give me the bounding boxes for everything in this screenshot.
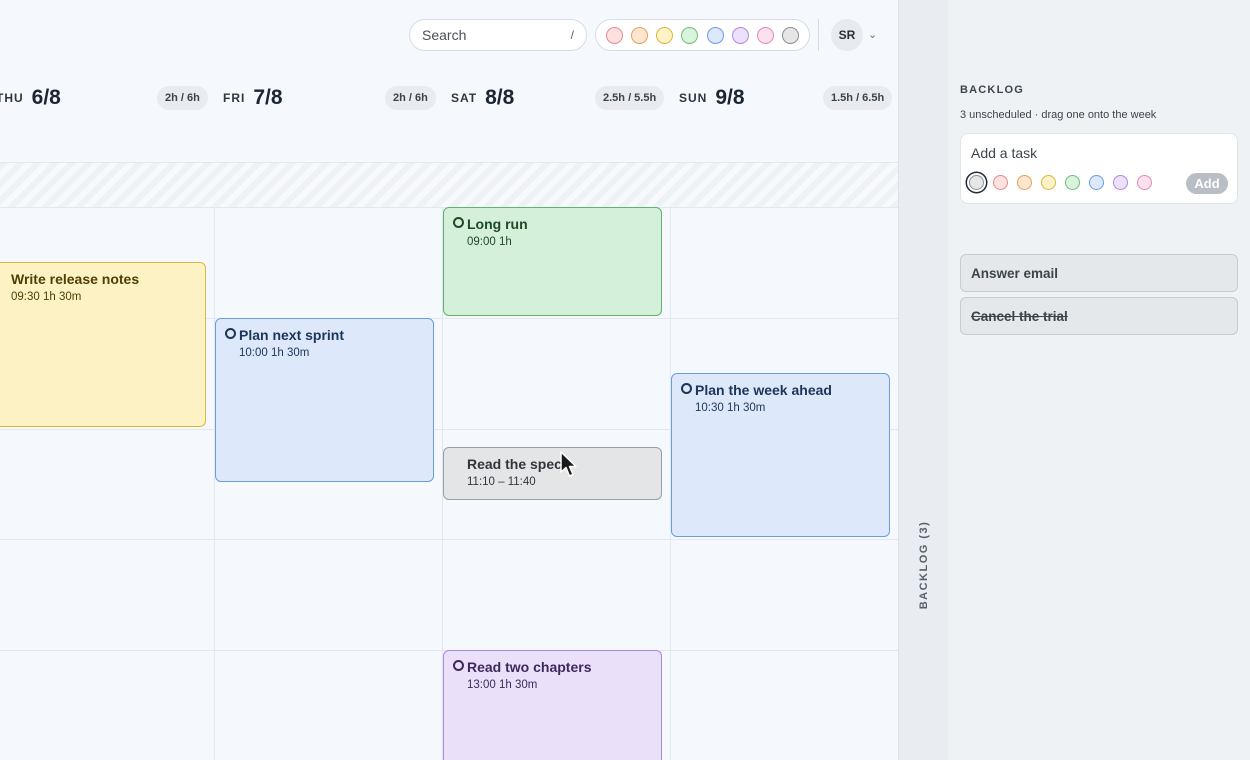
color-option-orange[interactable]	[1017, 175, 1032, 190]
event-write-release-notes[interactable]: Write release notes 09:30 1h 30m	[0, 262, 206, 427]
color-option-blue[interactable]	[1089, 175, 1104, 190]
event-read-two-chapters[interactable]: Read two chapters 13:00 1h 30m	[443, 650, 662, 760]
color-option-pink[interactable]	[1137, 175, 1152, 190]
search-shortcut-hint: /	[570, 28, 574, 42]
day-of-week: SUN	[679, 91, 708, 105]
color-filter-bar	[595, 19, 810, 51]
all-day-strip[interactable]	[0, 162, 898, 208]
color-filter-pink[interactable]	[756, 26, 774, 44]
day-header-sun: SUN 9/8	[679, 84, 745, 112]
backlog-item[interactable]: Cancel the trial	[960, 297, 1238, 335]
add-task-input[interactable]	[971, 145, 1171, 161]
event-time: 10:00 1h 30m	[239, 347, 310, 359]
complete-toggle-icon[interactable]	[681, 383, 692, 394]
day-of-week: SAT	[451, 91, 478, 105]
day-header-fri: FRI 7/8	[223, 84, 283, 112]
complete-toggle-icon[interactable]	[453, 217, 464, 228]
event-title: Plan the week ahead	[695, 382, 832, 398]
chevron-down-icon[interactable]: ⌄	[868, 28, 877, 41]
color-option-gray[interactable]	[969, 175, 984, 190]
color-filter-red[interactable]	[606, 26, 623, 44]
event-time: 11:10 – 11:40	[467, 476, 536, 488]
event-time: 13:00 1h 30m	[467, 679, 538, 691]
color-filter-yellow[interactable]	[656, 26, 674, 44]
color-filter-gray[interactable]	[781, 26, 799, 44]
event-time: 09:30 1h 30m	[11, 291, 82, 303]
day-header-sat: SAT 8/8	[451, 84, 514, 112]
grid-hour-line	[0, 539, 898, 540]
event-title: Read two chapters	[467, 659, 592, 675]
add-task-card: Add	[960, 133, 1238, 204]
color-filter-green[interactable]	[681, 26, 699, 44]
event-title: Read the spec	[467, 456, 562, 472]
color-filter-orange[interactable]	[631, 26, 649, 44]
backlog-rail[interactable]	[898, 0, 948, 760]
event-title: Long run	[467, 216, 528, 232]
color-filter-purple[interactable]	[731, 26, 749, 44]
backlog-title: BACKLOG	[960, 84, 1025, 96]
grid-column-divider	[214, 208, 215, 760]
backlog-item-title: Answer email	[971, 265, 1059, 281]
add-task-color-picker	[969, 175, 1161, 190]
day-hours-badge: 2.5h / 5.5h	[595, 86, 665, 110]
day-date: 7/8	[253, 86, 283, 109]
event-time: 10:30 1h 30m	[695, 402, 766, 414]
day-date: 8/8	[485, 86, 515, 109]
day-of-week: FRI	[223, 91, 246, 105]
backlog-subtitle: 3 unscheduled · drag one onto the week	[960, 109, 1157, 121]
event-time: 09:00 1h	[467, 236, 512, 248]
event-plan-the-week-ahead[interactable]: Plan the week ahead 10:30 1h 30m	[671, 373, 890, 537]
backlog-item-title: Cancel the trial	[971, 308, 1068, 324]
color-filter-blue[interactable]	[706, 26, 724, 44]
day-hours-badge: 2h / 6h	[157, 86, 208, 110]
search-input[interactable]	[422, 27, 550, 43]
backlog-rail-label[interactable]: BACKLOG (3)	[918, 521, 930, 610]
mouse-cursor-icon	[560, 451, 577, 477]
event-title: Write release notes	[11, 271, 140, 287]
day-hours-badge: 1.5h / 6.5h	[823, 86, 893, 110]
color-option-red[interactable]	[993, 175, 1008, 190]
day-date: 9/8	[715, 86, 745, 109]
complete-toggle-icon[interactable]	[453, 660, 464, 671]
add-task-button[interactable]: Add	[1186, 173, 1228, 194]
event-read-the-spec-drag-preview[interactable]: Read the spec 11:10 – 11:40	[443, 447, 662, 500]
color-option-yellow[interactable]	[1041, 175, 1056, 190]
backlog-item[interactable]: Answer email	[960, 254, 1238, 292]
toolbar-divider	[818, 19, 819, 51]
complete-toggle-icon[interactable]	[225, 328, 236, 339]
search-box[interactable]: /	[409, 19, 587, 51]
day-date: 6/8	[31, 86, 61, 109]
event-plan-next-sprint[interactable]: Plan next sprint 10:00 1h 30m	[215, 318, 434, 482]
day-header-thu: THU 6/8	[0, 84, 61, 112]
color-option-purple[interactable]	[1113, 175, 1128, 190]
color-option-green[interactable]	[1065, 175, 1080, 190]
event-title: Plan next sprint	[239, 327, 345, 343]
day-hours-badge: 2h / 6h	[385, 86, 436, 110]
avatar[interactable]: SR	[831, 19, 863, 51]
event-long-run[interactable]: Long run 09:00 1h	[443, 207, 662, 316]
day-of-week: THU	[0, 91, 24, 105]
